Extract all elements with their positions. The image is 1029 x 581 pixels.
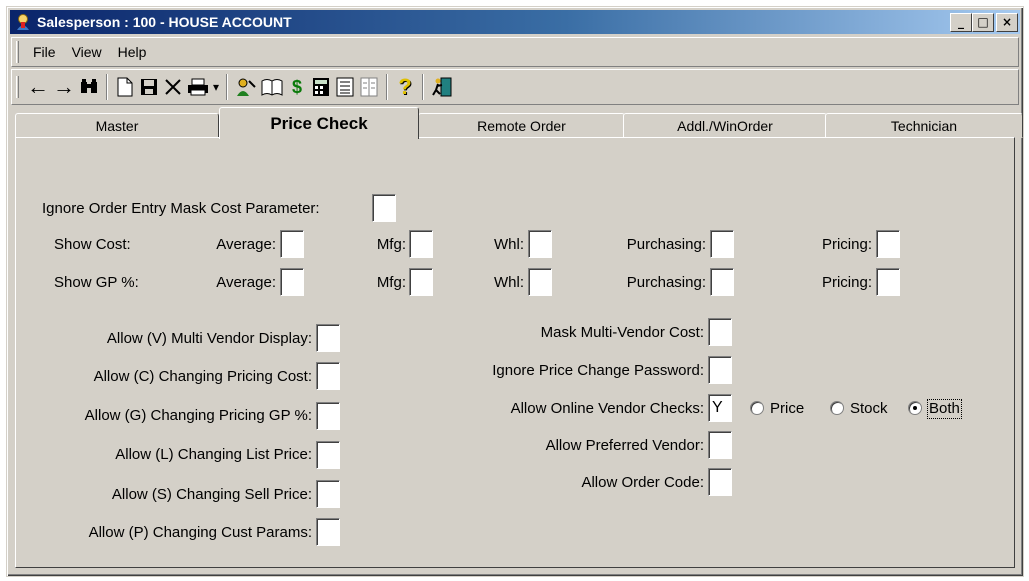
ignore-mask-cost-label: Ignore Order Entry Mask Cost Parameter: — [42, 200, 320, 217]
toolbar-separator — [226, 74, 229, 100]
title-bar[interactable]: Salesperson : 100 - HOUSE ACCOUNT _ □ × — [10, 10, 1020, 34]
allow-order-code-checkbox[interactable] — [708, 468, 732, 496]
allow-changing-list-price-label: Allow (L) Changing List Price: — [115, 446, 312, 463]
menu-help[interactable]: Help — [110, 44, 155, 60]
back-arrow-icon[interactable]: ← — [25, 74, 51, 100]
close-button[interactable]: × — [996, 12, 1018, 32]
calculator-icon[interactable] — [309, 74, 333, 100]
allow-preferred-vendor-checkbox[interactable] — [708, 431, 732, 459]
tab-price-check-label: Price Check — [270, 113, 368, 133]
show-gp-label: Show GP %: — [54, 274, 139, 291]
menu-view[interactable]: View — [64, 44, 110, 60]
allow-changing-pricing-cost-label: Allow (C) Changing Pricing Cost: — [93, 368, 312, 385]
show-gp-average-checkbox[interactable] — [280, 268, 304, 296]
allow-changing-cust-params-label: Allow (P) Changing Cust Params: — [88, 524, 312, 541]
book-icon[interactable] — [259, 74, 285, 100]
ignore-price-change-password-checkbox[interactable] — [708, 356, 732, 384]
price-radio[interactable] — [750, 401, 764, 415]
both-radio-label[interactable]: Both — [927, 399, 962, 419]
show-gp-whl-label: Whl: — [494, 274, 524, 291]
show-cost-purchasing-label: Purchasing: — [626, 236, 706, 253]
maximize-button[interactable]: □ — [972, 12, 994, 32]
ignore-price-change-password-label: Ignore Price Change Password: — [492, 362, 704, 379]
allow-preferred-vendor-label: Allow Preferred Vendor: — [545, 437, 704, 454]
toolbar-separator — [422, 74, 425, 100]
show-cost-purchasing-checkbox[interactable] — [710, 230, 734, 258]
show-cost-average-label: Average: — [216, 236, 276, 253]
salesperson-app-icon — [14, 13, 32, 31]
salesperson-window: Salesperson : 100 - HOUSE ACCOUNT _ □ × … — [6, 6, 1024, 577]
allow-multi-vendor-display-checkbox[interactable] — [316, 324, 340, 352]
tab-remote-order-label: Remote Order — [477, 117, 566, 134]
tab-addl-winorder[interactable]: Addl./WinOrder — [623, 113, 827, 138]
show-cost-mfg-checkbox[interactable] — [409, 230, 433, 258]
stock-radio[interactable] — [830, 401, 844, 415]
minimize-button[interactable]: _ — [950, 12, 972, 32]
allow-online-vendor-checks-label: Allow Online Vendor Checks: — [510, 400, 704, 417]
allow-changing-pricing-gp-checkbox[interactable] — [316, 402, 340, 430]
show-gp-mfg-checkbox[interactable] — [409, 268, 433, 296]
dollar-icon[interactable]: $ — [285, 74, 309, 100]
allow-changing-sell-price-checkbox[interactable] — [316, 480, 340, 508]
window-title: Salesperson : 100 - HOUSE ACCOUNT — [37, 14, 292, 30]
delete-x-icon[interactable] — [161, 74, 185, 100]
binoculars-find-icon[interactable] — [77, 74, 101, 100]
help-question-icon[interactable]: ? — [393, 74, 417, 100]
tab-remote-order[interactable]: Remote Order — [418, 113, 625, 138]
tab-strip: Master Remote Order Addl./WinOrder Techn… — [15, 107, 1023, 139]
allow-online-vendor-checks-field[interactable]: Y — [708, 394, 732, 422]
tab-addl-winorder-label: Addl./WinOrder — [677, 117, 773, 134]
price-check-panel: Ignore Order Entry Mask Cost Parameter: … — [15, 137, 1015, 568]
tab-technician-label: Technician — [890, 117, 958, 134]
show-cost-whl-checkbox[interactable] — [528, 230, 552, 258]
allow-changing-pricing-cost-checkbox[interactable] — [316, 362, 340, 390]
save-disk-icon[interactable] — [137, 74, 161, 100]
show-gp-purchasing-label: Purchasing: — [626, 274, 706, 291]
allow-changing-sell-price-label: Allow (S) Changing Sell Price: — [111, 486, 312, 503]
print-icon[interactable] — [185, 74, 211, 100]
new-document-icon[interactable] — [113, 74, 137, 100]
show-cost-pricing-checkbox[interactable] — [876, 230, 900, 258]
forward-arrow-icon[interactable]: → — [51, 74, 77, 100]
show-gp-pricing-checkbox[interactable] — [876, 268, 900, 296]
show-cost-average-checkbox[interactable] — [280, 230, 304, 258]
compare-columns-icon[interactable] — [357, 74, 381, 100]
both-radio[interactable] — [908, 401, 922, 415]
ignore-mask-cost-checkbox[interactable] — [372, 194, 396, 222]
tab-master[interactable]: Master — [15, 113, 219, 138]
show-gp-whl-checkbox[interactable] — [528, 268, 552, 296]
menu-bar: File View Help — [11, 37, 1019, 67]
show-gp-average-label: Average: — [216, 274, 276, 291]
radio-selected-dot — [913, 406, 917, 410]
allow-order-code-label: Allow Order Code: — [581, 474, 704, 491]
toolbar: ← → ▾ $ ? — [11, 69, 1019, 105]
list-document-icon[interactable] — [333, 74, 357, 100]
print-dropdown-icon[interactable]: ▾ — [211, 74, 221, 100]
exit-door-icon[interactable] — [429, 74, 455, 100]
toolbar-separator — [386, 74, 389, 100]
salesperson-lookup-icon[interactable] — [233, 74, 259, 100]
stock-radio-label[interactable]: Stock — [850, 400, 888, 418]
show-cost-pricing-label: Pricing: — [821, 236, 872, 253]
tab-master-label: Master — [95, 117, 139, 134]
mask-multi-vendor-cost-label: Mask Multi-Vendor Cost: — [540, 324, 704, 341]
menu-file[interactable]: File — [25, 44, 64, 60]
allow-multi-vendor-display-label: Allow (V) Multi Vendor Display: — [106, 330, 312, 347]
show-cost-mfg-label: Mfg: — [376, 236, 406, 253]
show-cost-whl-label: Whl: — [494, 236, 524, 253]
allow-changing-cust-params-checkbox[interactable] — [316, 518, 340, 546]
toolbar-grip — [16, 76, 19, 98]
price-radio-label[interactable]: Price — [770, 400, 804, 418]
show-gp-pricing-label: Pricing: — [821, 274, 872, 291]
tab-price-check[interactable]: Price Check — [219, 107, 419, 139]
show-cost-label: Show Cost: — [54, 236, 131, 253]
tab-technician[interactable]: Technician — [825, 113, 1023, 138]
mask-multi-vendor-cost-checkbox[interactable] — [708, 318, 732, 346]
show-gp-mfg-label: Mfg: — [376, 274, 406, 291]
toolbar-separator — [106, 74, 108, 100]
allow-changing-pricing-gp-label: Allow (G) Changing Pricing GP %: — [84, 407, 312, 424]
menu-grip — [16, 41, 19, 63]
allow-changing-list-price-checkbox[interactable] — [316, 441, 340, 469]
show-gp-purchasing-checkbox[interactable] — [710, 268, 734, 296]
